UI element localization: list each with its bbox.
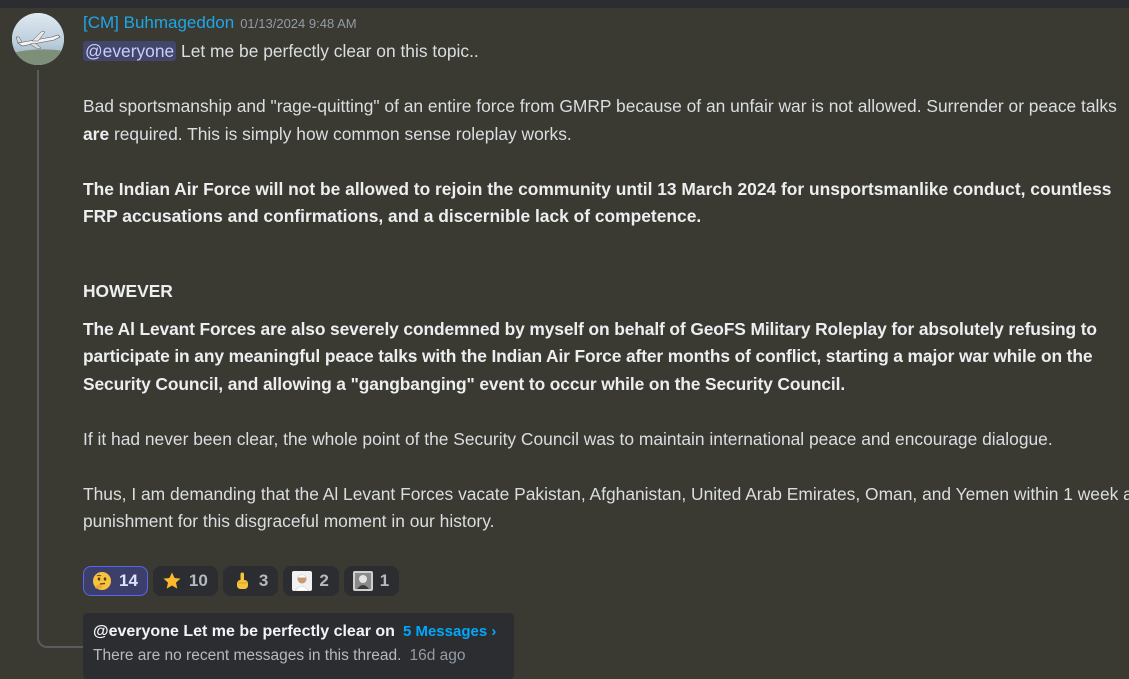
thread-preview-card[interactable]: @everyone Let me be perfectly clear on 5 … [83,613,514,679]
custom-emoji-person-icon [292,571,313,592]
thread-age: 16d ago [409,647,466,664]
reaction-custom-portrait[interactable]: 1 [343,566,400,596]
message-paragraph-5: If it had never been clear, the whole po… [83,428,1053,449]
reaction-count: 2 [319,571,329,590]
custom-emoji-portrait-icon [352,571,373,591]
thread-subtitle-row: There are no recent messages in this thr… [93,647,504,665]
everyone-mention[interactable]: @everyone [83,41,177,61]
reaction-custom-person[interactable]: 2 [283,566,339,596]
reaction-pointing-up[interactable]: 3 [222,566,279,596]
message-paragraph-2: Bad sportsmanship and "rage-quitting" of… [83,93,1129,148]
reaction-count: 14 [119,571,138,590]
username[interactable]: [CM] Buhmageddon [83,13,234,32]
top-bar [0,0,1129,8]
thread-title: @everyone Let me be perfectly clear on [93,623,395,640]
message-content: @everyone Let me be perfectly clear on t… [83,38,1129,536]
line1-text: Let me be perfectly clear on this topic.… [176,41,479,61]
airplane-avatar-icon [12,13,64,65]
thread-title-row: @everyone Let me be perfectly clear on 5 … [93,623,504,641]
message-paragraph-4: The Al Levant Forces are also severely c… [83,318,1097,394]
pointing-up-icon [232,571,252,591]
reaction-star[interactable]: 10 [152,566,218,596]
message-line-1: @everyone Let me be perfectly clear on t… [83,38,1129,66]
thread-status-text: There are no recent messages in this thr… [93,647,402,664]
reaction-count: 3 [258,571,269,590]
message-heading: HOWEVER [83,281,173,301]
reaction-count: 10 [188,571,208,590]
user-avatar[interactable] [12,13,64,65]
thread-messages-link[interactable]: 5 Messages › [403,623,496,640]
para2-text-a: Bad sportsmanship and "rage-quitting" of… [83,96,1117,116]
star-icon [162,571,182,591]
message-paragraph-3: The Indian Air Force will not be allowed… [83,178,1112,227]
reactions-bar: 14 10 3 2 1 [83,566,400,596]
message-header: [CM] Buhmageddon 01/13/2024 9:48 AM [83,13,357,33]
thread-connector-line [37,70,83,648]
thinking-face-icon [92,571,112,591]
message-timestamp[interactable]: 01/13/2024 9:48 AM [240,16,356,31]
para2-bold: are [83,123,110,144]
reaction-count: 1 [379,571,390,590]
reaction-thinking[interactable]: 14 [83,566,148,596]
message-paragraph-6: Thus, I am demanding that the Al Levant … [83,483,1129,532]
para2-text-b: required. This is simply how common sens… [109,123,572,144]
